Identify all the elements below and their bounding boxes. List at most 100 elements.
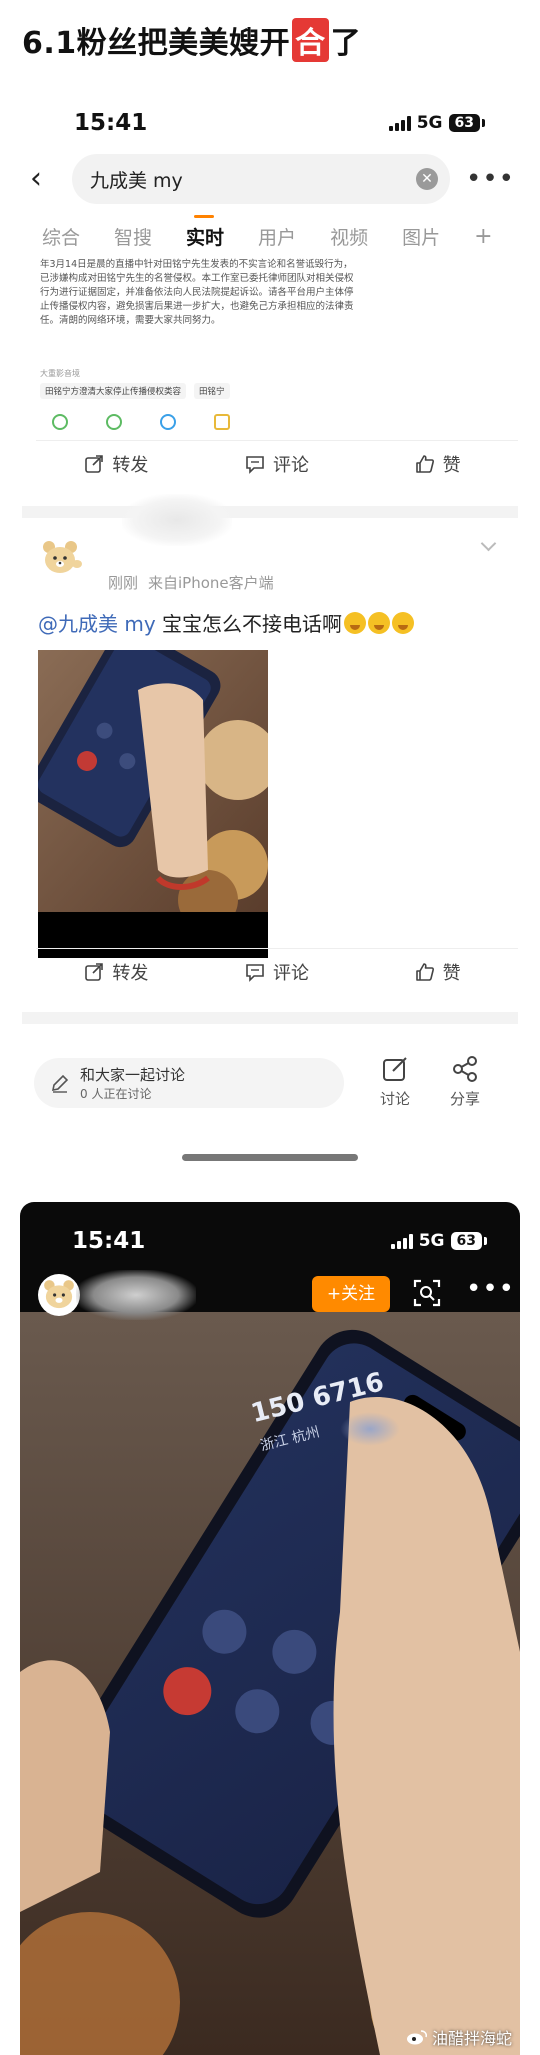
bear-avatar-icon — [44, 1280, 74, 1309]
tab-smart-search[interactable]: 智搜 — [114, 223, 152, 250]
post-body: 宝宝怎么不接电话啊 — [155, 612, 343, 636]
comment-button[interactable]: 评论 — [197, 451, 358, 477]
topic-tag[interactable]: 田铭宁 — [194, 383, 230, 399]
repost-label: 转发 — [112, 454, 149, 476]
repost-icon — [85, 454, 104, 473]
thumbs-up-icon — [415, 962, 434, 981]
chevron-down-icon[interactable] — [480, 535, 497, 552]
repost-button[interactable]: 转发 — [36, 959, 197, 985]
quoted-share-icons — [52, 414, 230, 430]
signal-icon — [388, 115, 411, 131]
feed-divider — [22, 506, 518, 518]
copy-link-icon[interactable] — [214, 414, 230, 430]
home-indicator — [182, 1154, 358, 1161]
post-meta: 刚刚 来自iPhone客户端 — [108, 572, 274, 593]
follow-button[interactable]: +关注 — [312, 1276, 390, 1312]
network-label: 5G — [418, 1231, 445, 1251]
headline-badge: 合 — [292, 18, 329, 62]
battery-icon: 63 — [448, 114, 486, 132]
add-tab-icon[interactable]: + — [474, 224, 492, 249]
share-label: 分享 — [450, 1090, 481, 1108]
post-time: 刚刚 — [108, 574, 139, 592]
back-icon[interactable]: ‹ — [30, 164, 60, 194]
weibo-search-screenshot: 15:41 5G 63 ‹ 九成美 my ✕ ••• 综合 智搜 实时 用户 视… — [22, 86, 518, 1176]
search-tabs: 综合 智搜 实时 用户 视频 图片 + — [22, 214, 518, 256]
search-row: ‹ 九成美 my ✕ ••• — [22, 151, 518, 207]
share-button[interactable]: 分享 — [450, 1054, 480, 1109]
repost-label: 转发 — [112, 962, 149, 984]
quoted-statement: 年3月14日是晨的直播中针对田铭宁先生发表的不实言论和名誉诋毁行为，已涉嫌构成对… — [40, 259, 354, 326]
status-bar: 15:41 5G 63 — [20, 1216, 520, 1266]
quoted-meta: 大重影音境 — [40, 369, 80, 378]
full-photo[interactable]: 150 6716 浙江 杭州 — [20, 1312, 520, 2055]
bottom-discuss-bar: 和大家一起讨论 0 人正在讨论 讨论 分享 — [22, 1046, 518, 1126]
headline-text: 6.1粉丝把美美嫂开 — [22, 26, 291, 61]
mention-link[interactable]: @九成美 my — [38, 612, 156, 636]
discuss-count: 0 人正在讨论 — [80, 1087, 152, 1101]
like-label: 赞 — [442, 962, 461, 984]
discuss-button[interactable]: 讨论 — [380, 1054, 410, 1109]
bear-avatar-icon — [43, 541, 82, 573]
signal-icon — [390, 1233, 413, 1249]
clear-icon[interactable]: ✕ — [416, 168, 438, 190]
edit-icon — [383, 1057, 407, 1081]
viewer-toolbar: +关注 ••• — [20, 1270, 520, 1322]
status-icons: 5G 63 — [390, 1231, 488, 1251]
action-bar: 转发 评论 赞 — [36, 948, 518, 994]
weibo-logo-icon — [406, 2030, 427, 2045]
status-bar: 15:41 5G 63 — [22, 98, 518, 148]
search-query: 九成美 my — [90, 169, 183, 192]
crying-emoji-icon — [392, 612, 415, 634]
moments-icon[interactable] — [106, 414, 122, 430]
post-source: 来自iPhone客户端 — [148, 574, 274, 592]
thumbs-up-icon — [415, 454, 434, 473]
feed-divider — [22, 1012, 518, 1024]
discuss-label: 讨论 — [380, 1090, 411, 1108]
qq-icon[interactable] — [160, 414, 176, 430]
more-icon[interactable]: ••• — [466, 164, 515, 194]
comment-button[interactable]: 评论 — [197, 959, 358, 985]
tab-images[interactable]: 图片 — [402, 223, 440, 250]
crying-emoji-icon — [344, 612, 367, 634]
more-icon[interactable]: ••• — [466, 1274, 515, 1304]
like-label: 赞 — [442, 454, 461, 476]
photo-viewer-screenshot: 150 6716 浙江 杭州 15:41 5G 63 +关注 ••• 油醋拌海蛇 — [20, 1202, 520, 2055]
blurred-number-tail — [340, 1412, 400, 1446]
repost-button[interactable]: 转发 — [36, 451, 197, 477]
page-headline: 6.1粉丝把美美嫂开合了 — [22, 18, 361, 62]
avatar[interactable] — [38, 1274, 80, 1316]
quoted-tags: 田铭宁方澄清大家停止传播侵权类容 田铭宁 — [40, 383, 230, 399]
like-button[interactable]: 赞 — [357, 451, 518, 477]
post-image[interactable] — [38, 650, 268, 958]
discuss-input[interactable]: 和大家一起讨论 0 人正在讨论 — [34, 1058, 344, 1108]
repost-icon — [85, 962, 104, 981]
network-label: 5G — [416, 113, 443, 133]
tab-videos[interactable]: 视频 — [330, 223, 368, 250]
weibo-watermark: 油醋拌海蛇 — [406, 2025, 512, 2049]
headline-text-end: 了 — [330, 26, 362, 61]
share-icon — [453, 1056, 477, 1082]
scan-icon[interactable] — [412, 1278, 442, 1308]
phone-call-photo — [38, 650, 268, 958]
topic-tag[interactable]: 田铭宁方澄清大家停止传播侵权类容 — [40, 383, 187, 399]
comment-icon — [246, 455, 264, 474]
avatar[interactable] — [36, 534, 84, 582]
battery-icon: 63 — [450, 1232, 488, 1250]
comment-icon — [246, 963, 264, 982]
like-button[interactable]: 赞 — [357, 959, 518, 985]
tab-realtime[interactable]: 实时 — [186, 214, 224, 250]
blurred-username — [76, 1270, 196, 1320]
crying-emoji-icon — [368, 612, 391, 634]
tab-comprehensive[interactable]: 综合 — [42, 223, 80, 250]
comment-label: 评论 — [273, 962, 309, 984]
status-time: 15:41 — [74, 110, 148, 136]
action-bar: 转发 评论 赞 — [36, 440, 518, 486]
wechat-icon[interactable] — [52, 414, 68, 430]
watermark-text: 油醋拌海蛇 — [431, 2029, 512, 2048]
status-icons: 5G 63 — [388, 113, 486, 133]
post-text: @九成美 my 宝宝怎么不接电话啊 — [38, 608, 415, 637]
tab-users[interactable]: 用户 — [258, 223, 296, 250]
discuss-title: 和大家一起讨论 — [80, 1066, 186, 1084]
search-input[interactable]: 九成美 my ✕ — [72, 154, 450, 204]
status-time: 15:41 — [72, 1228, 146, 1254]
